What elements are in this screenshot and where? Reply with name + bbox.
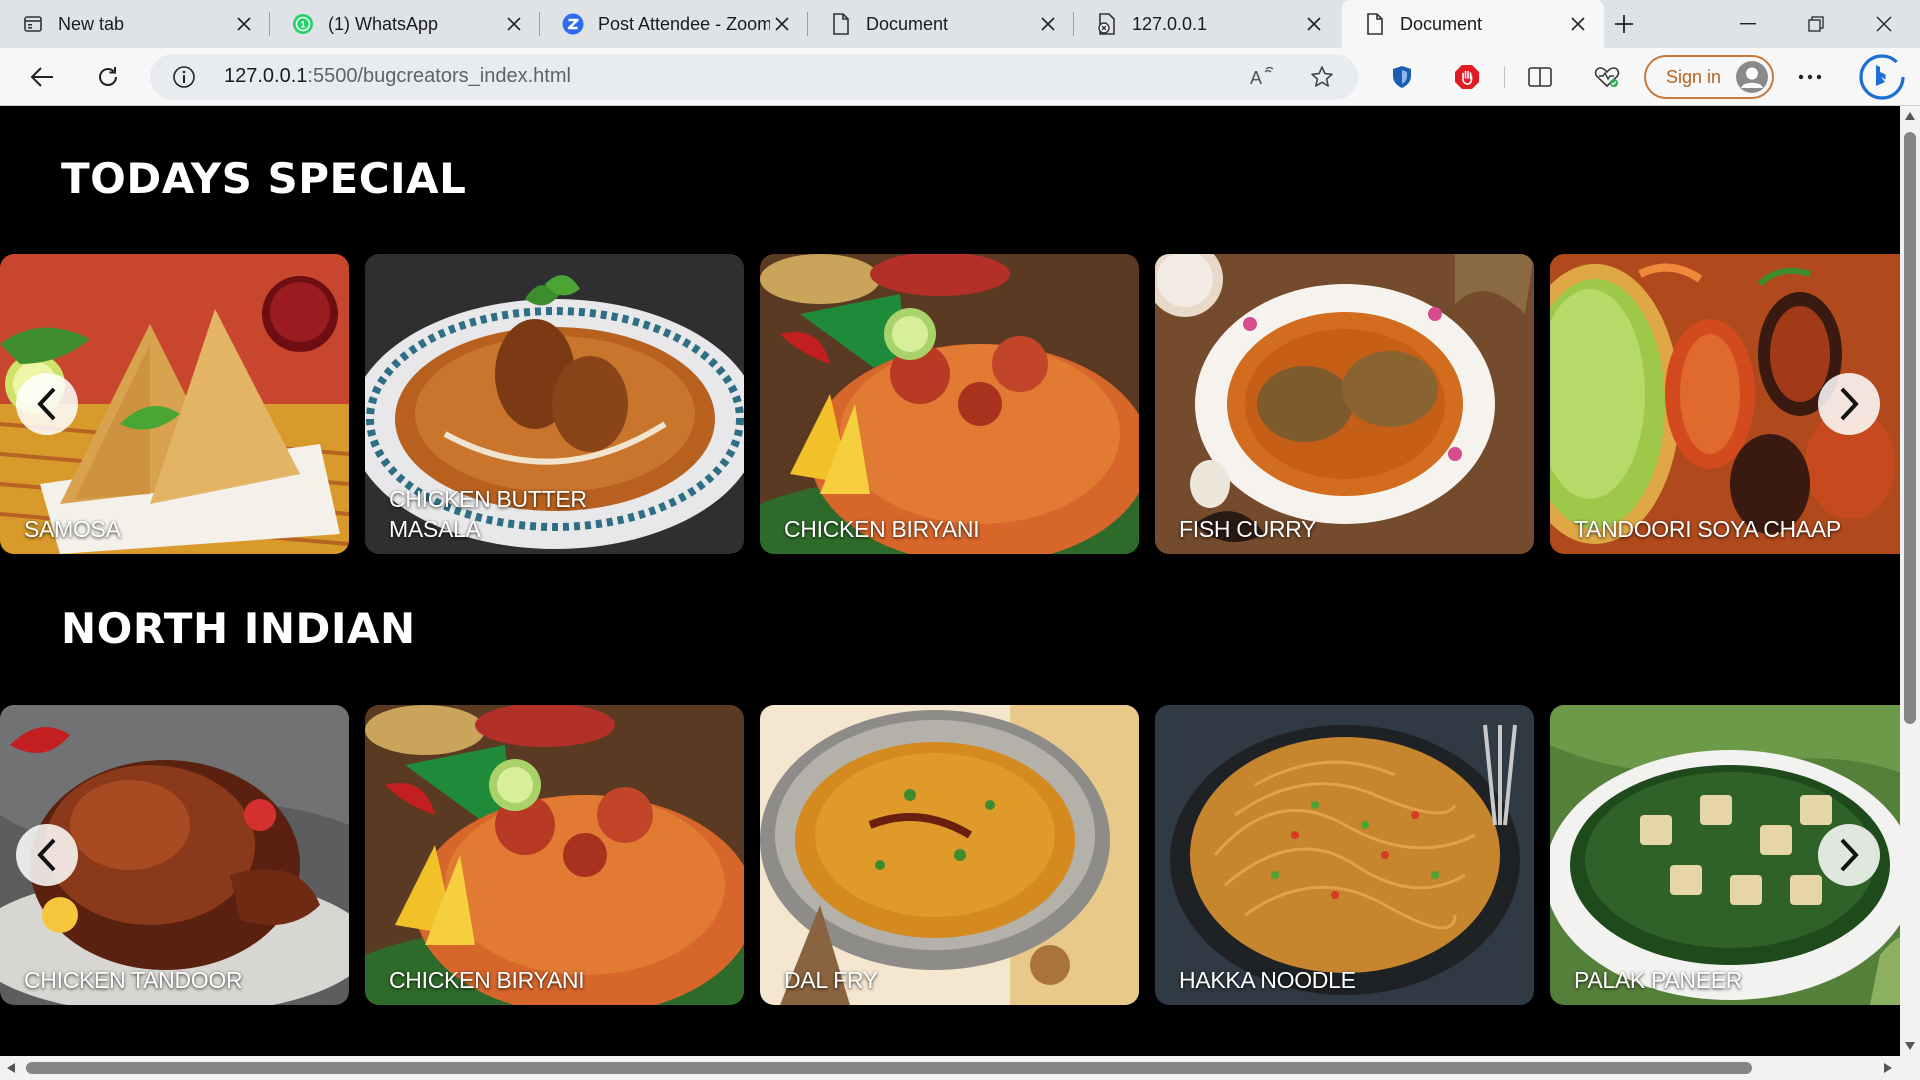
tab-strip: New tab 1 (1) WhatsApp Post Attendee - Z… — [0, 0, 1920, 48]
adblock-extension-icon[interactable] — [1447, 57, 1487, 97]
restore-button[interactable] — [1782, 0, 1850, 48]
refresh-button[interactable] — [88, 57, 128, 97]
vertical-scrollbar[interactable] — [1900, 106, 1920, 1056]
dal-fry-image — [760, 705, 1139, 1005]
zoom-icon — [562, 13, 584, 35]
new-tab-icon — [22, 13, 44, 35]
browser-toolbar: 127.0.0.1:5500/bugcreators_index.html A … — [0, 48, 1920, 106]
site-info-icon[interactable] — [172, 65, 196, 89]
dish-card-chicken-butter-masala[interactable]: CHICKEN BUTTER MASALA — [365, 254, 744, 554]
close-window-button[interactable] — [1850, 0, 1918, 48]
dish-card-dal-fry[interactable]: DAL FRY — [760, 705, 1139, 1005]
tab-title: New tab — [58, 13, 125, 34]
close-icon[interactable] — [1566, 12, 1590, 36]
whatsapp-icon: 1 — [292, 13, 314, 35]
file-error-icon — [1096, 13, 1118, 35]
browser-window: New tab 1 (1) WhatsApp Post Attendee - Z… — [0, 0, 1920, 1080]
minimize-button[interactable] — [1714, 0, 1782, 48]
more-options-icon[interactable] — [1790, 57, 1830, 97]
horizontal-scroll-thumb[interactable] — [26, 1062, 1752, 1074]
carousel-prev-button[interactable] — [16, 373, 78, 435]
section-title-todays-special: TODAYS SPECIAL — [61, 154, 467, 203]
dish-label: FISH CURRY — [1179, 516, 1317, 542]
vertical-scroll-thumb[interactable] — [1904, 132, 1916, 724]
scroll-down-icon[interactable] — [1905, 1042, 1915, 1050]
dish-label: CHICKEN BIRYANI — [389, 967, 585, 993]
close-icon[interactable] — [770, 12, 794, 36]
new-tab-button[interactable] — [1606, 6, 1642, 42]
tab-new-tab[interactable]: New tab — [0, 0, 270, 48]
carousel-north-indian: CHICKEN TANDOOR CHICKEN BIRYANI DAL FRY … — [0, 705, 1900, 1005]
dish-card-chicken-biryani[interactable]: CHICKEN BIRYANI — [365, 705, 744, 1005]
tab-title: (1) WhatsApp — [328, 13, 439, 34]
dish-card-chicken-biryani[interactable]: CHICKEN BIRYANI — [760, 254, 1139, 554]
close-icon[interactable] — [1302, 12, 1326, 36]
document-icon — [1364, 13, 1386, 35]
scrollbar-corner — [1900, 1056, 1920, 1080]
document-icon — [830, 13, 852, 35]
hakka-noodle-image — [1155, 705, 1534, 1005]
page-viewport: TODAYS SPECIAL SAMOSA CHICKEN BUTTER MAS… — [0, 106, 1900, 1056]
scroll-up-icon[interactable] — [1905, 112, 1915, 120]
browser-essentials-icon[interactable] — [1587, 57, 1627, 97]
horizontal-scrollbar[interactable] — [0, 1056, 1900, 1080]
bing-copilot-icon[interactable] — [1858, 53, 1906, 101]
dish-label: CHICKEN BUTTER MASALA — [389, 484, 587, 544]
chevron-left-icon — [37, 838, 56, 872]
url-host: 127.0.0.1 — [224, 65, 308, 87]
sign-in-label: Sign in — [1666, 66, 1722, 87]
carousel-next-button[interactable] — [1818, 373, 1880, 435]
tab-title: Document — [1400, 13, 1483, 34]
svg-text:A: A — [1250, 68, 1262, 88]
chevron-right-icon — [1840, 387, 1859, 421]
dish-card-fish-curry[interactable]: FISH CURRY — [1155, 254, 1534, 554]
chevron-left-icon — [37, 387, 56, 421]
tab-title: 127.0.0.1 — [1132, 13, 1208, 34]
url-path: :5500/bugcreators_index.html — [307, 65, 571, 87]
toolbar-divider — [1504, 66, 1505, 88]
favorite-star-icon[interactable] — [1308, 63, 1336, 91]
sign-in-button[interactable]: Sign in — [1644, 55, 1774, 99]
dish-label-line1: CHICKEN BUTTER — [389, 486, 587, 512]
tab-title: Post Attendee - Zoom — [598, 13, 770, 34]
tab-zoom[interactable]: Post Attendee - Zoom — [540, 0, 808, 48]
fish-curry-image — [1155, 254, 1534, 554]
dish-label: CHICKEN BIRYANI — [784, 516, 980, 542]
close-icon[interactable] — [1036, 12, 1060, 36]
back-button[interactable] — [22, 57, 62, 97]
tab-localhost[interactable]: 127.0.0.1 — [1074, 0, 1340, 48]
avatar — [1736, 61, 1768, 93]
chicken-biryani-image — [365, 705, 744, 1005]
chicken-biryani-image — [760, 254, 1139, 554]
svg-text:1: 1 — [300, 20, 305, 30]
scroll-left-icon[interactable] — [7, 1063, 15, 1073]
close-icon[interactable] — [232, 12, 256, 36]
dish-label-line2: MASALA — [389, 516, 481, 542]
dish-label: DAL FRY — [784, 967, 878, 993]
dish-label: CHICKEN TANDOOR — [24, 967, 243, 993]
dish-card-hakka-noodle[interactable]: HAKKA NOODLE — [1155, 705, 1534, 1005]
dish-label: TANDOORI SOYA CHAAP — [1574, 516, 1841, 542]
read-aloud-icon[interactable]: A — [1248, 63, 1276, 91]
tab-document-active[interactable]: Document — [1342, 0, 1604, 48]
close-icon[interactable] — [502, 12, 526, 36]
address-bar[interactable]: 127.0.0.1:5500/bugcreators_index.html A — [150, 54, 1358, 100]
shield-extension-icon[interactable] — [1382, 57, 1422, 97]
section-title-north-indian: NORTH INDIAN — [61, 604, 416, 653]
tab-whatsapp[interactable]: 1 (1) WhatsApp — [270, 0, 540, 48]
tab-document[interactable]: Document — [808, 0, 1074, 48]
dish-label: PALAK PANEER — [1574, 967, 1743, 993]
chevron-right-icon — [1840, 838, 1859, 872]
url-text[interactable]: 127.0.0.1:5500/bugcreators_index.html — [224, 65, 571, 88]
carousel-prev-button[interactable] — [16, 824, 78, 886]
dish-label: SAMOSA — [24, 516, 121, 542]
dish-label: HAKKA NOODLE — [1179, 967, 1356, 993]
scroll-right-icon[interactable] — [1884, 1063, 1892, 1073]
carousel-todays-special: SAMOSA CHICKEN BUTTER MASALA CHICKEN BIR… — [0, 254, 1900, 554]
split-screen-icon[interactable] — [1520, 57, 1560, 97]
tab-title: Document — [866, 13, 949, 34]
carousel-next-button[interactable] — [1818, 824, 1880, 886]
